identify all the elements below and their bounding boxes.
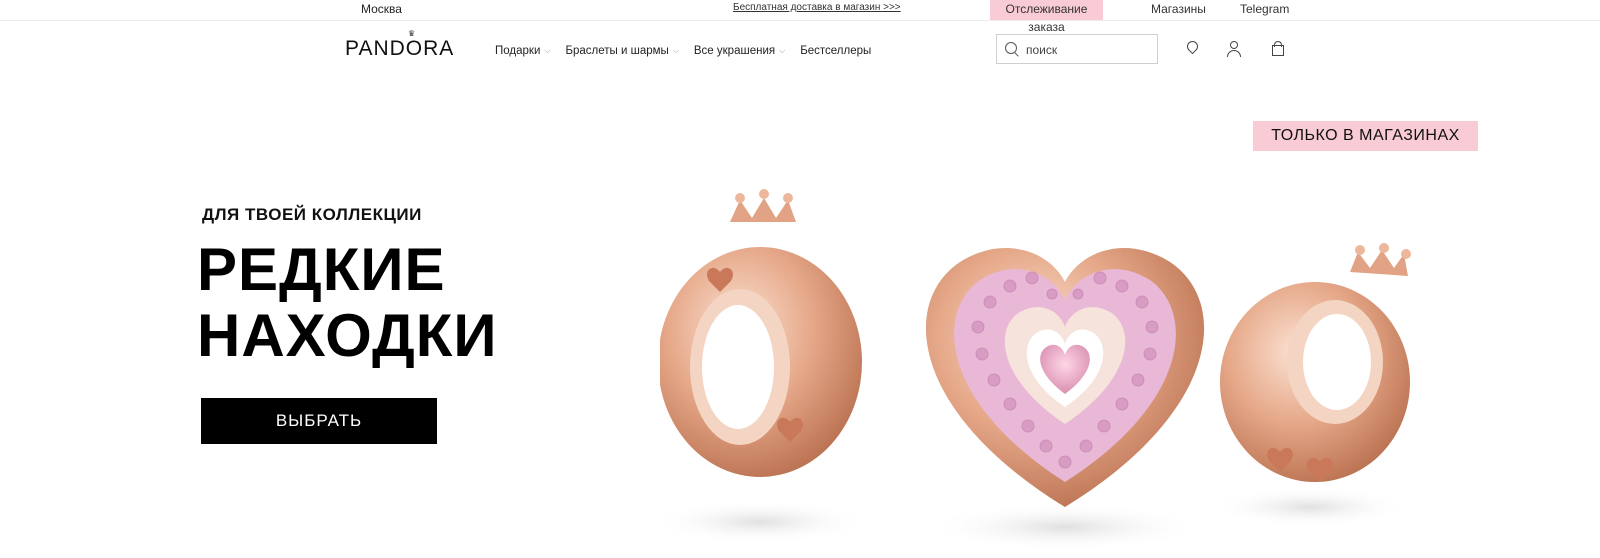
chevron-down-icon: ⌵ (544, 46, 551, 55)
nav-item-label: Бестселлеры (800, 45, 872, 57)
shopping-bag-icon[interactable] (1268, 39, 1288, 59)
nav-item-label: Подарки (495, 45, 541, 57)
top-utility-bar: Москва Бесплатная доставка в магазин >>>… (0, 0, 1600, 34)
main-header: ♛ PANDORA Подарки ⌵ Браслеты и шармы ⌵ В… (0, 21, 1600, 71)
nav-item-bracelets-charms[interactable]: Браслеты и шармы ⌵ (565, 45, 678, 57)
chevron-down-icon: ⌵ (672, 46, 679, 55)
telegram-link[interactable]: Telegram (1240, 2, 1289, 16)
nav-item-label: Все украшения (693, 45, 776, 57)
hero-eyebrow: ДЛЯ ТВОЕЙ КОЛЛЕКЦИИ (202, 205, 422, 224)
city-selector[interactable]: Москва (361, 2, 402, 16)
nav-item-all-jewelry[interactable]: Все украшения ⌵ (694, 45, 785, 57)
search-input[interactable] (1024, 40, 1153, 60)
crown-o-charm-left (660, 189, 862, 477)
crown-o-charm-right (1220, 243, 1411, 482)
nav-item-bestsellers[interactable]: Бестселлеры (800, 45, 871, 57)
nav-item-gifts[interactable]: Подарки ⌵ (495, 45, 550, 57)
hero-banner[interactable]: ТОЛЬКО В МАГАЗИНАХ ДЛЯ ТВОЕЙ КОЛЛЕКЦИИ Р… (0, 72, 1600, 558)
track-order-link[interactable]: Отслеживание заказа (990, 0, 1103, 34)
stores-link[interactable]: Магазины (1151, 2, 1206, 16)
pave-heart-charm (925, 248, 1205, 507)
choose-button[interactable]: ВЫБРАТЬ (201, 398, 437, 444)
charms-product-image (660, 189, 1411, 551)
free-delivery-link[interactable]: Бесплатная доставка в магазин >>> (733, 2, 901, 13)
hero-headline: РЕДКИЕ НАХОДКИ (197, 237, 498, 369)
main-nav: Подарки ⌵ Браслеты и шармы ⌵ Все украшен… (495, 45, 886, 57)
search-icon[interactable] (1005, 42, 1017, 54)
logo-text: PANDORA (345, 37, 455, 60)
crown-icon: ♛ (408, 29, 416, 38)
headline-line-1: РЕДКИЕ (197, 236, 446, 303)
headline-line-2: НАХОДКИ (197, 302, 498, 369)
pandora-logo[interactable]: ♛ PANDORA (345, 29, 455, 61)
store-locator-icon[interactable] (1182, 39, 1202, 59)
nav-item-label: Браслеты и шармы (565, 45, 669, 57)
only-in-stores-badge: ТОЛЬКО В МАГАЗИНАХ (1253, 121, 1478, 151)
search-box[interactable] (996, 34, 1158, 64)
chevron-down-icon: ⌵ (779, 46, 786, 55)
account-icon[interactable] (1224, 39, 1244, 59)
